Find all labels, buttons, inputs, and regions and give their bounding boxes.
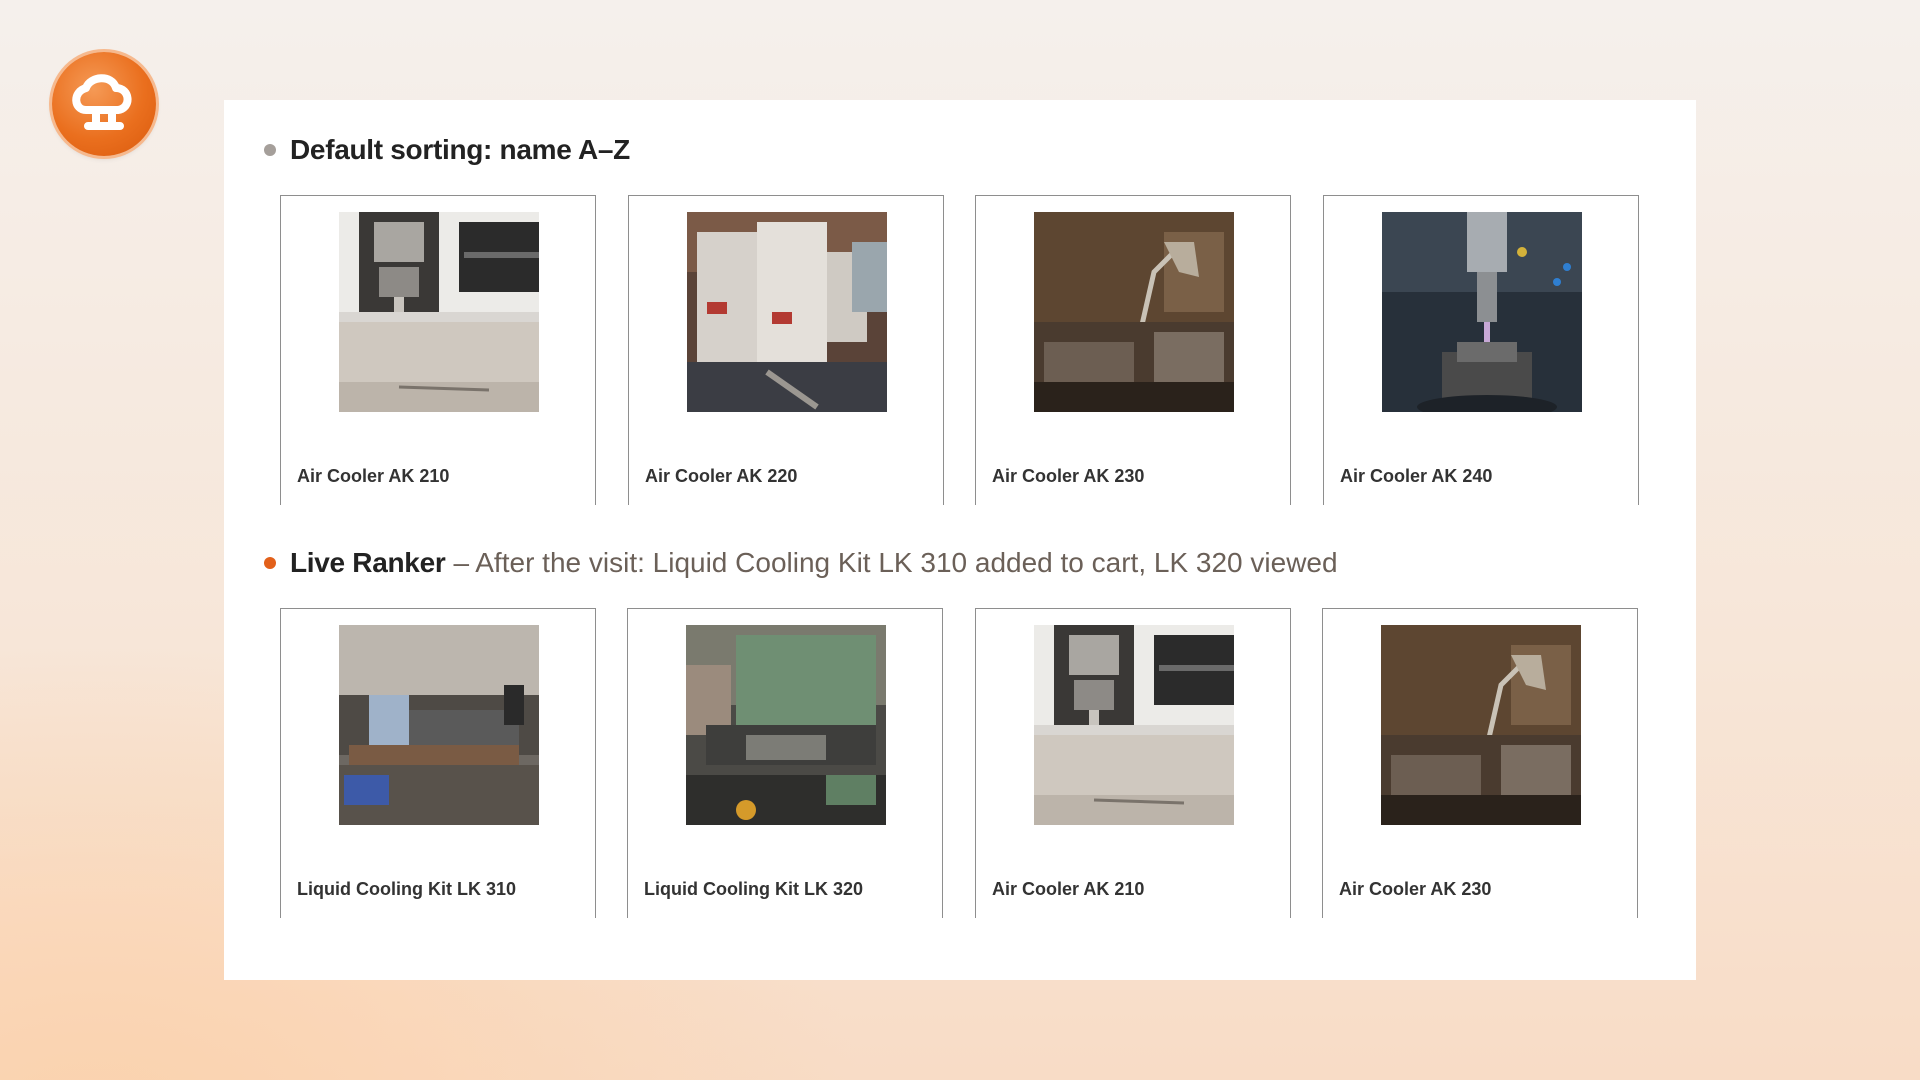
section-heading: Live Ranker – After the visit: Liquid Co… xyxy=(264,543,1338,583)
product-name[interactable]: Air Cooler AK 220 xyxy=(645,466,797,487)
product-card[interactable]: Air Cooler AK 220 xyxy=(628,195,944,505)
product-name[interactable]: Air Cooler AK 210 xyxy=(992,879,1144,900)
product-name[interactable]: Air Cooler AK 230 xyxy=(992,466,1144,487)
bullet-icon xyxy=(264,144,276,156)
product-row: Liquid Cooling Kit LK 310 Liquid Cooling… xyxy=(280,608,1650,918)
logo-icon xyxy=(72,74,132,130)
product-name[interactable]: Air Cooler AK 210 xyxy=(297,466,449,487)
section-title: Live Ranker xyxy=(290,547,446,578)
product-name[interactable]: Air Cooler AK 230 xyxy=(1339,879,1491,900)
product-card[interactable]: Air Cooler AK 210 xyxy=(280,195,596,505)
product-card[interactable]: Air Cooler AK 230 xyxy=(975,195,1291,505)
green-lathe-photo xyxy=(686,625,886,825)
section-subtitle: – After the visit: Liquid Cooling Kit LK… xyxy=(453,547,1338,578)
workshop-lamp-photo xyxy=(1381,625,1581,825)
product-card[interactable]: Liquid Cooling Kit LK 320 xyxy=(627,608,943,918)
product-name[interactable]: Liquid Cooling Kit LK 310 xyxy=(297,879,516,900)
product-card[interactable]: Air Cooler AK 210 xyxy=(975,608,1291,918)
bullet-icon xyxy=(264,557,276,569)
section-heading: Default sorting: name A–Z xyxy=(264,130,630,170)
cnc-machine-photo xyxy=(1034,625,1234,825)
milling-spindle-photo xyxy=(1382,212,1582,412)
workshop-lamp-photo xyxy=(1034,212,1234,412)
lathe-workshop-photo xyxy=(339,625,539,825)
comparison-panel: Default sorting: name A–Z Air Cooler AK … xyxy=(224,100,1696,980)
product-name[interactable]: Liquid Cooling Kit LK 320 xyxy=(644,879,863,900)
product-name[interactable]: Air Cooler AK 240 xyxy=(1340,466,1492,487)
cnc-machine-photo xyxy=(339,212,539,412)
embroidery-machine-photo xyxy=(687,212,887,412)
product-card[interactable]: Liquid Cooling Kit LK 310 xyxy=(280,608,596,918)
product-row: Air Cooler AK 210 Air Cooler AK 220 Air … xyxy=(280,195,1650,505)
brand-logo[interactable] xyxy=(52,52,156,156)
product-card[interactable]: Air Cooler AK 240 xyxy=(1323,195,1639,505)
section-title: Default sorting: name A–Z xyxy=(290,134,630,165)
product-card[interactable]: Air Cooler AK 230 xyxy=(1322,608,1638,918)
